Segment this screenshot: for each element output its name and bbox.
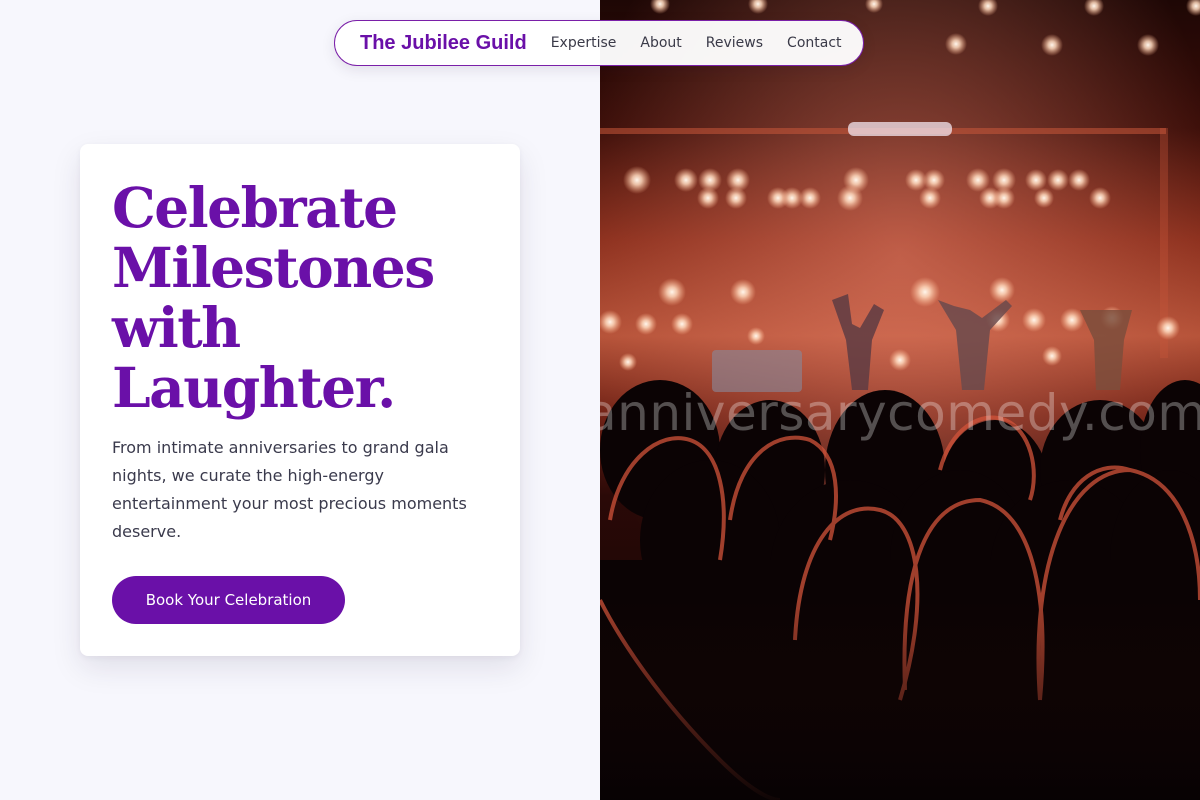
top-nav: The Jubilee Guild Expertise About Review… [334, 20, 864, 66]
hero-headline-line: Milestones [112, 235, 435, 300]
hero-headline-line: Celebrate [112, 175, 398, 240]
nav-link-contact[interactable]: Contact [787, 35, 841, 51]
nav-link-reviews[interactable]: Reviews [706, 35, 763, 51]
nav-link-expertise[interactable]: Expertise [551, 35, 617, 51]
nav-link-about[interactable]: About [640, 35, 681, 51]
hero-headline-line: with [112, 295, 241, 360]
brand-logo-link[interactable]: The Jubilee Guild [360, 32, 527, 55]
hero-card: Celebrate Milestones with Laughter. From… [80, 144, 520, 656]
hero-photo: anniversarycomedy.com [600, 0, 1200, 800]
nav-links: Expertise About Reviews Contact [551, 35, 842, 51]
concert-crowd-image [600, 0, 1200, 800]
hero-headline-line: Laughter. [112, 355, 396, 420]
hero-headline: Celebrate Milestones with Laughter. [112, 178, 488, 418]
book-celebration-button[interactable]: Book Your Celebration [112, 576, 345, 624]
hero-description: From intimate anniversaries to grand gal… [112, 438, 467, 541]
